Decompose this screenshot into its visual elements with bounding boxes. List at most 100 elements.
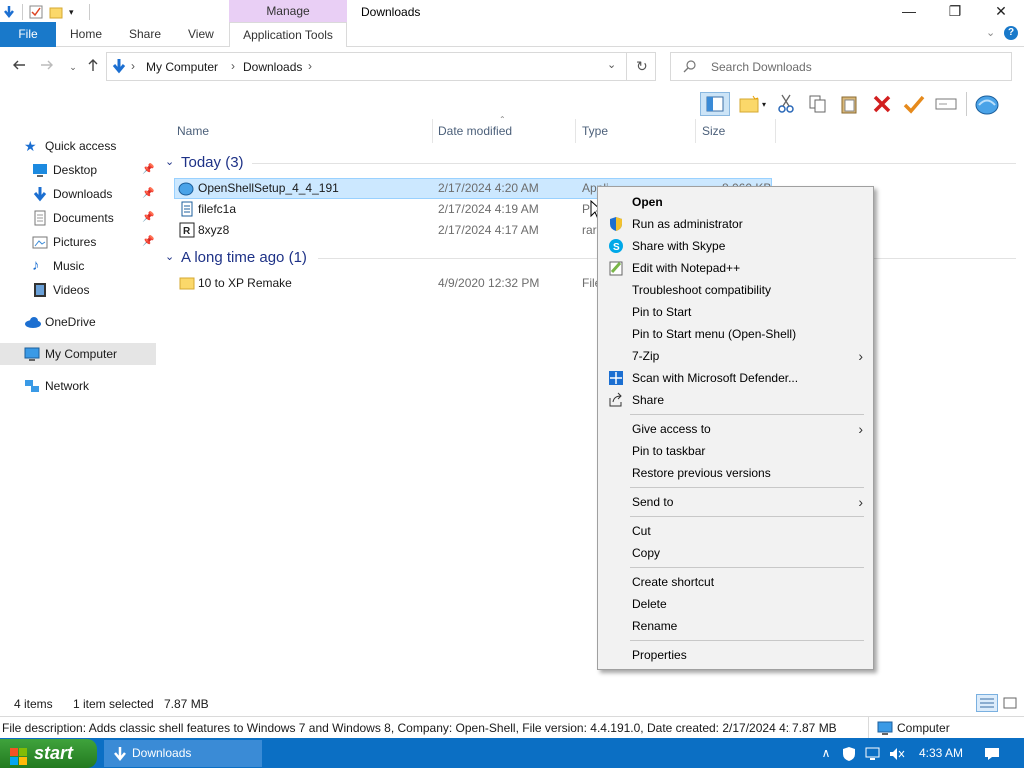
maximize-button[interactable]: ❐ — [932, 0, 978, 24]
nav-downloads[interactable]: Downloads 📌 — [0, 183, 156, 205]
navigation-pane-icon[interactable] — [700, 92, 730, 116]
column-divider[interactable] — [695, 119, 696, 143]
refresh-icon[interactable]: ↻ — [636, 58, 648, 75]
menu-item-delete[interactable]: Delete — [600, 593, 871, 615]
taskbar-window-downloads[interactable]: Downloads — [104, 740, 262, 767]
customize-qat-icon[interactable]: ▾ — [69, 5, 83, 19]
checkmark-icon[interactable] — [902, 92, 926, 116]
tab-file[interactable]: File — [0, 22, 56, 47]
manage-context-tab[interactable]: Manage — [229, 0, 347, 22]
pin-icon[interactable]: 📌 — [142, 207, 154, 229]
nav-desktop[interactable]: Desktop 📌 — [0, 159, 156, 181]
back-button[interactable] — [8, 56, 30, 78]
tab-application-tools[interactable]: Application Tools — [229, 22, 347, 47]
location-label: Computer — [897, 721, 950, 735]
address-bar[interactable]: › My Computer › Downloads › ⌄ ↻ — [106, 52, 656, 81]
menu-item-cut[interactable]: Cut — [600, 520, 871, 542]
nav-label: My Computer — [45, 347, 118, 361]
nav-music[interactable]: ♪ Music — [0, 255, 156, 277]
network-tray-icon[interactable] — [863, 740, 883, 767]
rename-icon[interactable] — [934, 92, 958, 116]
help-icon[interactable]: ? — [1004, 26, 1018, 40]
open-shell-icon[interactable] — [975, 92, 999, 116]
recent-locations-button[interactable]: ⌄ — [62, 56, 84, 78]
close-button[interactable]: ✕ — [978, 0, 1024, 24]
nav-videos[interactable]: Videos — [0, 279, 156, 301]
tab-share[interactable]: Share — [129, 22, 161, 47]
menu-item-troubleshoot[interactable]: Troubleshoot compatibility — [600, 279, 871, 301]
group-collapse-icon[interactable]: ⌄ — [165, 155, 174, 168]
column-header-name[interactable]: Name — [177, 124, 209, 140]
menu-item-give-access[interactable]: Give access to › — [600, 418, 871, 440]
menu-item-notepadpp[interactable]: Edit with Notepad++ — [600, 257, 871, 279]
menu-item-run-as-admin[interactable]: Run as administrator — [600, 213, 871, 235]
clock[interactable]: 4:33 AM — [912, 740, 970, 767]
properties-icon[interactable] — [29, 5, 43, 19]
menu-item-pin-taskbar[interactable]: Pin to taskbar — [600, 440, 871, 462]
delete-icon[interactable] — [870, 92, 894, 116]
menu-item-rename[interactable]: Rename — [600, 615, 871, 637]
nav-pictures[interactable]: Pictures 📌 — [0, 231, 156, 253]
menu-item-properties[interactable]: Properties — [600, 644, 871, 666]
breadcrumb-downloads[interactable]: Downloads — [243, 60, 302, 74]
paste-icon[interactable] — [838, 92, 862, 116]
cut-icon[interactable] — [774, 92, 798, 116]
breadcrumb-my-computer[interactable]: My Computer — [146, 60, 218, 74]
tab-view[interactable]: View — [188, 22, 214, 47]
notifications-icon[interactable] — [980, 740, 1004, 767]
column-divider[interactable] — [432, 119, 433, 143]
context-menu: Open Run as administrator S Share with S… — [597, 186, 874, 670]
nav-label: Pictures — [53, 235, 97, 249]
menu-item-7zip[interactable]: 7-Zip › — [600, 345, 871, 367]
up-button[interactable] — [82, 56, 104, 78]
new-folder-icon[interactable] — [49, 5, 63, 19]
menu-item-defender[interactable]: Scan with Microsoft Defender... — [600, 367, 871, 389]
menu-item-pin-start[interactable]: Pin to Start — [600, 301, 871, 323]
minimize-button[interactable]: — — [886, 0, 932, 24]
column-header-date[interactable]: Date modified — [438, 124, 512, 140]
pin-icon[interactable]: 📌 — [142, 231, 154, 253]
search-box[interactable]: Search Downloads — [670, 52, 1012, 81]
pin-icon[interactable]: 📌 — [142, 183, 154, 205]
menu-separator — [630, 516, 864, 517]
column-divider[interactable] — [575, 119, 576, 143]
file-name[interactable]: 8xyz8 — [198, 220, 229, 241]
nav-my-computer[interactable]: My Computer — [0, 343, 156, 365]
file-name[interactable]: filefc1a — [198, 199, 236, 220]
nav-network[interactable]: Network — [0, 375, 156, 397]
column-header-type[interactable]: Type — [582, 124, 608, 140]
search-input[interactable]: Search Downloads — [711, 60, 812, 74]
nav-quick-access[interactable]: ★ Quick access — [0, 135, 156, 157]
group-header-long-ago[interactable]: A long time ago (1) — [181, 249, 307, 266]
menu-item-create-shortcut[interactable]: Create shortcut — [600, 571, 871, 593]
copy-icon[interactable] — [806, 92, 830, 116]
column-divider[interactable] — [775, 119, 776, 143]
menu-item-open[interactable]: Open — [600, 191, 871, 213]
menu-item-share[interactable]: Share — [600, 389, 871, 411]
down-arrow-icon[interactable] — [2, 5, 16, 19]
toolbar-dropdown-icon[interactable]: ▾ — [762, 100, 766, 109]
tab-home[interactable]: Home — [70, 22, 102, 47]
column-header-size[interactable]: Size — [702, 124, 725, 140]
nav-onedrive[interactable]: OneDrive — [0, 311, 156, 333]
ribbon-expand-icon[interactable]: ⌄ — [986, 26, 995, 39]
forward-button[interactable] — [36, 56, 58, 78]
file-name[interactable]: 10 to XP Remake — [198, 273, 292, 294]
menu-item-restore-versions[interactable]: Restore previous versions — [600, 462, 871, 484]
new-folder-toolbar-icon[interactable] — [738, 92, 762, 116]
address-dropdown-icon[interactable]: ⌄ — [607, 58, 616, 71]
defender-tray-icon[interactable] — [840, 740, 858, 767]
menu-item-copy[interactable]: Copy — [600, 542, 871, 564]
start-button[interactable]: start — [0, 739, 97, 768]
large-icons-view-icon[interactable] — [1002, 695, 1018, 714]
menu-item-pin-start-openshell[interactable]: Pin to Start menu (Open-Shell) — [600, 323, 871, 345]
pin-icon[interactable]: 📌 — [142, 159, 154, 181]
menu-item-share-skype[interactable]: S Share with Skype — [600, 235, 871, 257]
tray-expand-icon[interactable]: ∧ — [818, 740, 834, 767]
menu-item-send-to[interactable]: Send to › — [600, 491, 871, 513]
volume-muted-icon[interactable] — [887, 740, 907, 767]
group-header-today[interactable]: Today (3) — [181, 154, 244, 171]
nav-documents[interactable]: Documents 📌 — [0, 207, 156, 229]
group-collapse-icon[interactable]: ⌄ — [165, 250, 174, 263]
details-view-icon[interactable] — [976, 694, 998, 712]
